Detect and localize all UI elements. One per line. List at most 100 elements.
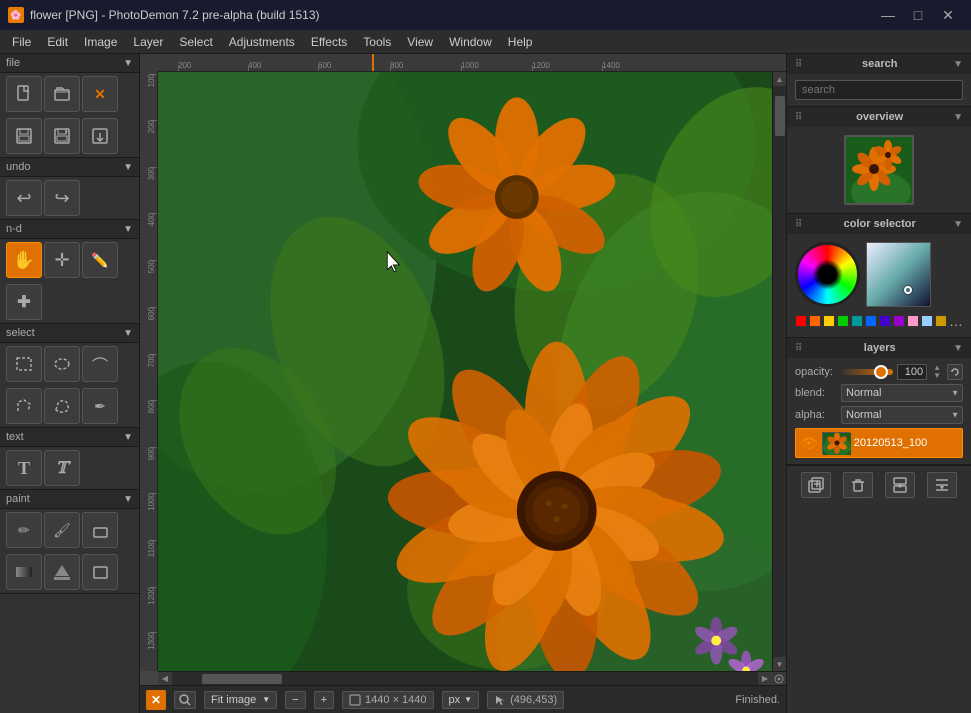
- zoom-out-button[interactable]: −: [285, 691, 305, 709]
- px-dropdown[interactable]: px ▼: [442, 691, 480, 709]
- fill-button[interactable]: [44, 554, 80, 590]
- search-input[interactable]: [795, 80, 963, 100]
- toolbar-text-header[interactable]: text ▼: [0, 428, 139, 447]
- status-text: Finished.: [735, 694, 780, 706]
- scroll-track-v[interactable]: [773, 86, 786, 657]
- swatch-indigo[interactable]: [879, 315, 891, 327]
- swatch-pink[interactable]: [907, 315, 919, 327]
- color-picker-box[interactable]: [866, 242, 931, 307]
- scroll-right-button[interactable]: ▶: [758, 672, 772, 686]
- opacity-slider-thumb[interactable]: [874, 365, 888, 379]
- layers-header[interactable]: ⠿ layers ▼: [787, 338, 971, 358]
- layer-visibility-button[interactable]: 👁: [800, 435, 818, 452]
- toolbar-select-header[interactable]: select ▼: [0, 324, 139, 343]
- menu-select[interactable]: Select: [171, 33, 220, 51]
- toolbar-nd-header[interactable]: n-d ▼: [0, 220, 139, 239]
- menu-image[interactable]: Image: [76, 33, 125, 51]
- new-layer-button[interactable]: [801, 472, 831, 498]
- menu-adjustments[interactable]: Adjustments: [221, 33, 303, 51]
- redo-button[interactable]: ↪: [44, 180, 80, 216]
- zoom-search-button[interactable]: [174, 691, 196, 709]
- export-button[interactable]: [82, 118, 118, 154]
- close-button[interactable]: ✕: [933, 0, 963, 30]
- crosshair-button[interactable]: ✚: [6, 284, 42, 320]
- ellipse-select-button[interactable]: [44, 346, 80, 382]
- new-file-button[interactable]: [6, 76, 42, 112]
- smart-select-button[interactable]: [44, 388, 80, 424]
- merge-layer-button[interactable]: [885, 472, 915, 498]
- swatch-blue[interactable]: [865, 315, 877, 327]
- canvas-viewport[interactable]: ▲ ▼: [158, 72, 786, 671]
- flatten-button[interactable]: [927, 472, 957, 498]
- maximize-button[interactable]: □: [903, 0, 933, 30]
- search-header[interactable]: ⠿ search ▼: [787, 54, 971, 74]
- menu-help[interactable]: Help: [500, 33, 541, 51]
- corner-button[interactable]: [772, 672, 786, 686]
- swatch-teal[interactable]: [851, 315, 863, 327]
- opacity-slider[interactable]: [841, 369, 893, 375]
- scroll-track-h[interactable]: [172, 674, 758, 684]
- close-file-button[interactable]: ✕: [82, 76, 118, 112]
- text-tool-button[interactable]: T: [6, 450, 42, 486]
- swatch-brown[interactable]: [935, 315, 947, 327]
- menu-edit[interactable]: Edit: [39, 33, 76, 51]
- save-button[interactable]: [6, 118, 42, 154]
- color-more-button[interactable]: …: [949, 313, 963, 329]
- swatch-green[interactable]: [837, 315, 849, 327]
- scroll-up-button[interactable]: ▲: [773, 72, 787, 86]
- paintbrush-button[interactable]: 🖌: [44, 512, 80, 548]
- undo-button[interactable]: ↩: [6, 180, 42, 216]
- rect-select-button[interactable]: [6, 346, 42, 382]
- rectangle-tool-button[interactable]: [82, 554, 118, 590]
- fit-image-dropdown[interactable]: Fit image ▼: [204, 691, 277, 709]
- statusbar-close-button[interactable]: ✕: [146, 690, 166, 710]
- eyedropper-button[interactable]: ✏️: [82, 242, 118, 278]
- color-picker-dot: [904, 286, 912, 294]
- toolbar-paint-header[interactable]: paint ▼: [0, 490, 139, 509]
- color-wheel-container: [795, 242, 963, 307]
- open-file-button[interactable]: [44, 76, 80, 112]
- poly-lasso-button[interactable]: [6, 388, 42, 424]
- pen-select-button[interactable]: ✒: [82, 388, 118, 424]
- scroll-left-button[interactable]: ◀: [158, 672, 172, 686]
- layer-item[interactable]: 👁: [795, 428, 963, 458]
- scroll-down-button[interactable]: ▼: [773, 657, 787, 671]
- blend-mode-select[interactable]: Normal Multiply Screen Overlay: [841, 384, 963, 402]
- menu-file[interactable]: File: [4, 33, 39, 51]
- swatch-red[interactable]: [795, 315, 807, 327]
- toolbar-file-header[interactable]: file ▼: [0, 54, 139, 73]
- vertical-scrollbar[interactable]: ▲ ▼: [772, 72, 786, 671]
- menu-window[interactable]: Window: [441, 33, 500, 51]
- layers-label: layers: [864, 342, 896, 354]
- color-selector-header[interactable]: ⠿ color selector ▼: [787, 214, 971, 234]
- swatch-orange[interactable]: [809, 315, 821, 327]
- swatch-purple[interactable]: [893, 315, 905, 327]
- move-tool-button[interactable]: ✛: [44, 242, 80, 278]
- swatch-light-blue[interactable]: [921, 315, 933, 327]
- zoom-in-button[interactable]: +: [314, 691, 334, 709]
- scroll-thumb-v[interactable]: [775, 96, 785, 136]
- menu-effects[interactable]: Effects: [303, 33, 355, 51]
- delete-layer-button[interactable]: [843, 472, 873, 498]
- gradient-button[interactable]: [6, 554, 42, 590]
- overview-header[interactable]: ⠿ overview ▼: [787, 107, 971, 127]
- toolbar-undo-header[interactable]: undo ▼: [0, 158, 139, 177]
- hand-tool-button[interactable]: ✋: [6, 242, 42, 278]
- overview-thumbnail[interactable]: [844, 135, 914, 205]
- opacity-down-arrow[interactable]: ▼: [931, 372, 943, 380]
- minimize-button[interactable]: —: [873, 0, 903, 30]
- menu-view[interactable]: View: [399, 33, 441, 51]
- lasso-button[interactable]: ⌒: [82, 346, 118, 382]
- opacity-value-input[interactable]: 100: [897, 364, 927, 380]
- scroll-thumb-h[interactable]: [202, 674, 282, 684]
- opacity-reset-button[interactable]: [947, 364, 963, 380]
- menu-tools[interactable]: Tools: [355, 33, 399, 51]
- alpha-mode-select[interactable]: Normal Multiply: [841, 406, 963, 424]
- save-as-button[interactable]: +: [44, 118, 80, 154]
- menu-layer[interactable]: Layer: [125, 33, 171, 51]
- pencil-button[interactable]: ✏: [6, 512, 42, 548]
- color-wheel[interactable]: [795, 242, 860, 307]
- fancy-text-button[interactable]: 𝕋: [44, 450, 80, 486]
- swatch-yellow[interactable]: [823, 315, 835, 327]
- eraser-button[interactable]: [82, 512, 118, 548]
